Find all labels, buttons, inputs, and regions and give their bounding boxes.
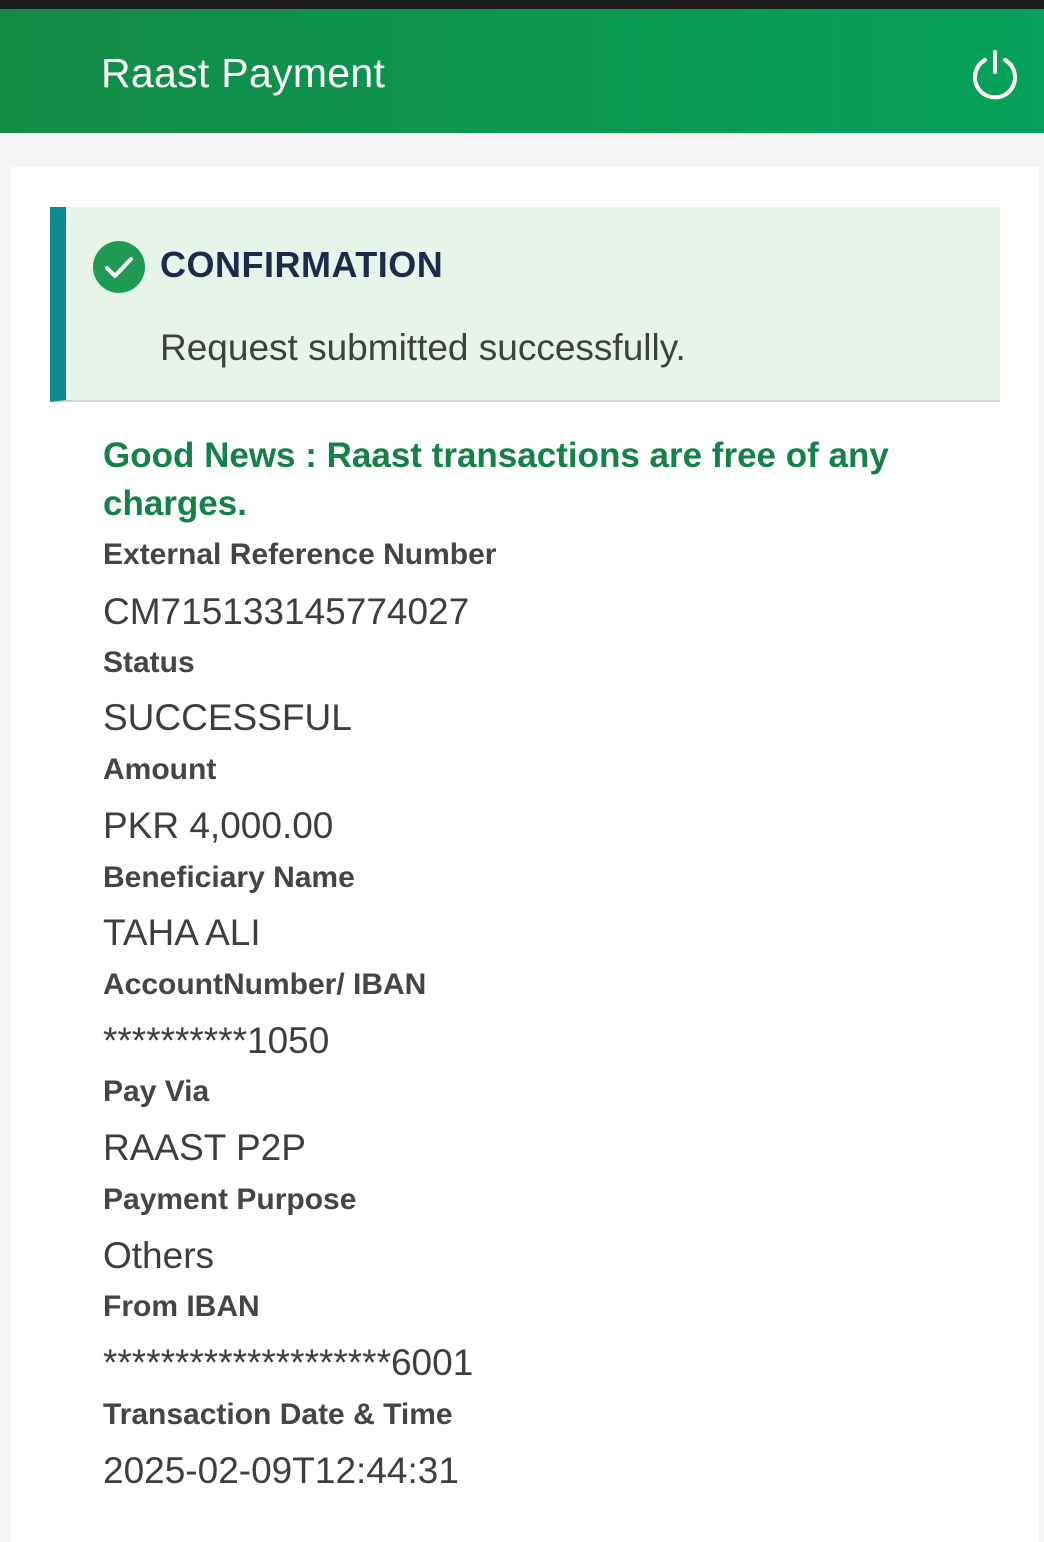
detail-value-pay-via: RAAST P2P — [103, 1127, 306, 1168]
detail-label-account: AccountNumber/ IBAN — [103, 968, 427, 1001]
free-charges-notice: Good News : Raast transactions are free … — [103, 436, 889, 523]
detail-value-account: **********1050 — [103, 1020, 330, 1061]
detail-label-status: Status — [103, 646, 195, 679]
detail-value-beneficiary: TAHA ALI — [103, 912, 261, 953]
detail-label-reference: External Reference Number — [103, 538, 497, 571]
detail-label-beneficiary: Beneficiary Name — [103, 861, 355, 894]
content-card: CONFIRMATION Request submitted successfu… — [11, 167, 1039, 1542]
detail-value-datetime: 2025-02-09T12:44:31 — [103, 1450, 459, 1491]
confirmation-title: CONFIRMATION — [160, 244, 444, 285]
detail-value-status: SUCCESSFUL — [103, 697, 352, 738]
detail-label-datetime: Transaction Date & Time — [103, 1398, 453, 1431]
detail-value-reference: CM715133145774027 — [103, 591, 470, 632]
power-icon[interactable] — [968, 47, 1022, 101]
detail-value-from-iban: ********************6001 — [103, 1342, 474, 1383]
detail-value-purpose: Others — [103, 1235, 215, 1276]
detail-label-pay-via: Pay Via — [103, 1075, 210, 1108]
detail-value-amount: PKR 4,000.00 — [103, 805, 334, 846]
detail-label-from-iban: From IBAN — [103, 1290, 260, 1323]
confirmation-message: Request submitted successfully. — [160, 327, 686, 368]
detail-label-amount: Amount — [103, 753, 217, 786]
status-bar — [0, 0, 1044, 9]
detail-label-purpose: Payment Purpose — [103, 1183, 357, 1216]
confirmation-banner: CONFIRMATION Request submitted successfu… — [50, 207, 1000, 402]
app-header: Raast Payment — [0, 9, 1044, 133]
check-circle-icon — [93, 241, 145, 293]
page-title: Raast Payment — [101, 50, 386, 96]
